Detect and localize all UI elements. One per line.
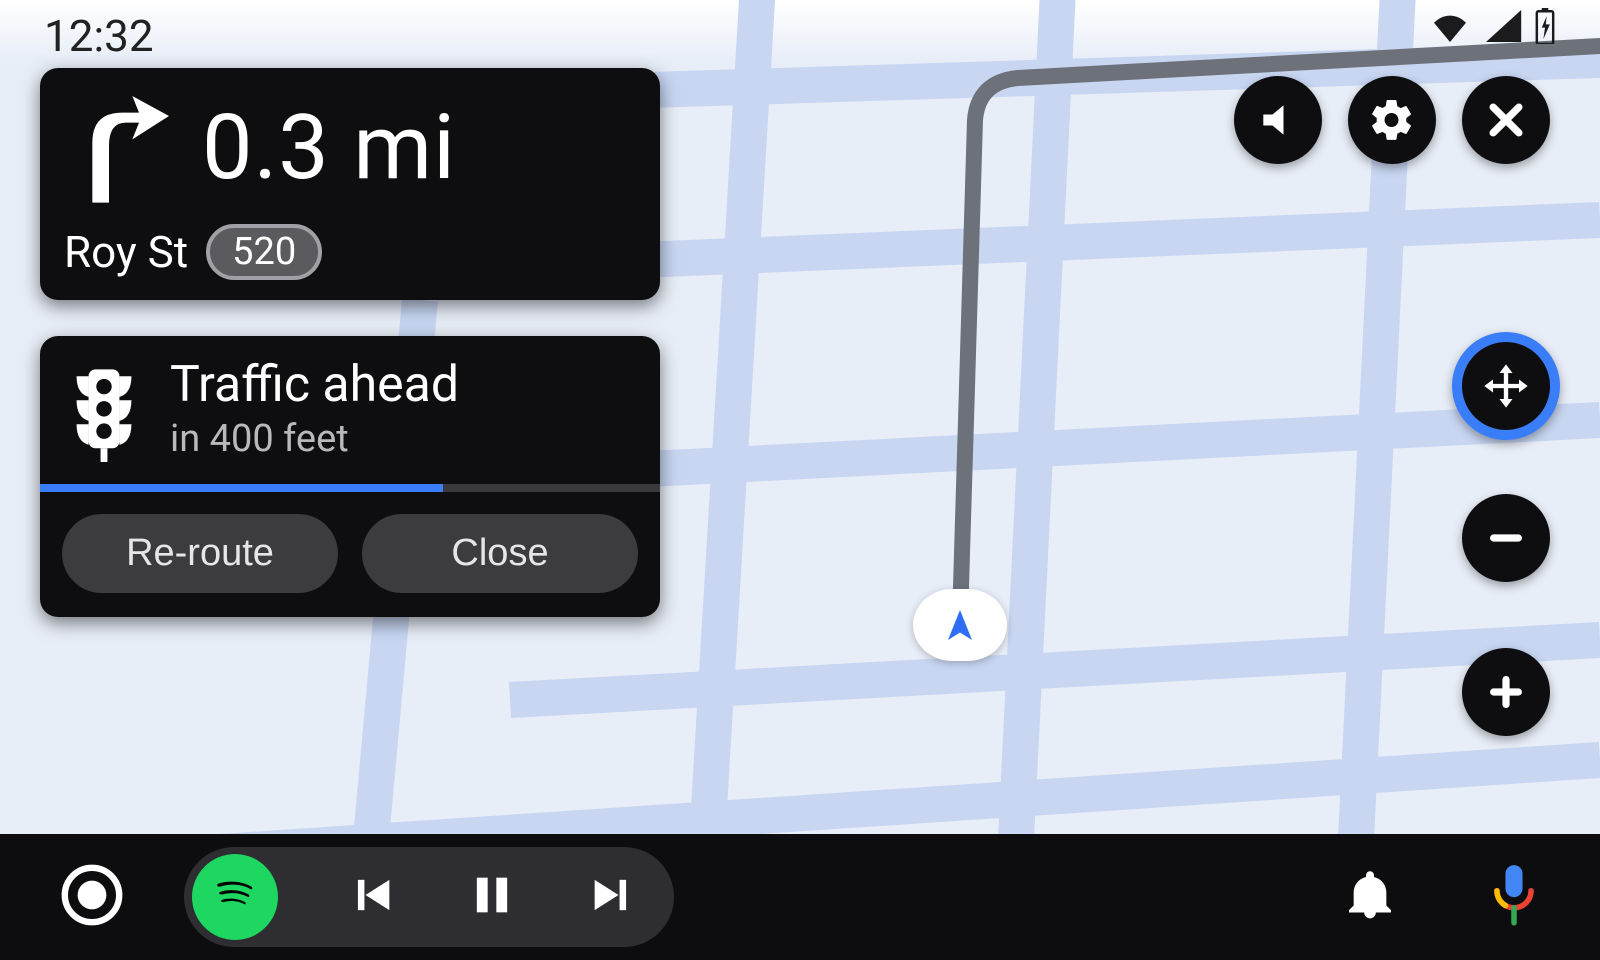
bottom-nav-bar (0, 834, 1600, 960)
status-time: 12:32 (44, 10, 154, 62)
alert-progress-fill (40, 484, 443, 492)
status-icons (1430, 8, 1556, 48)
voice-assistant-button[interactable] (1488, 863, 1540, 931)
gear-icon (1368, 96, 1416, 144)
zoom-out-button[interactable] (1462, 494, 1550, 582)
minus-icon (1482, 514, 1530, 562)
alert-title: Traffic ahead (170, 358, 632, 413)
spotify-button[interactable] (192, 854, 278, 940)
cell-signal-icon (1482, 10, 1522, 46)
notifications-button[interactable] (1342, 867, 1398, 927)
close-alert-button[interactable]: Close (362, 514, 638, 593)
pan-icon (1480, 360, 1532, 412)
traffic-light-icon (68, 366, 140, 466)
close-icon (1484, 98, 1528, 142)
turn-card: 0.3 mi Roy St 520 (40, 68, 660, 300)
bell-icon (1342, 908, 1398, 927)
spotify-icon (206, 866, 264, 928)
skip-next-icon (586, 906, 638, 925)
turn-right-icon (64, 86, 174, 210)
wifi-icon (1430, 10, 1470, 46)
plus-icon (1482, 668, 1530, 716)
reroute-button[interactable]: Re-route (62, 514, 338, 593)
alert-card: Traffic ahead in 400 feet Re-route Close (40, 336, 660, 617)
location-puck (913, 589, 1007, 661)
zoom-in-button[interactable] (1462, 648, 1550, 736)
turn-road-name: Roy St (64, 226, 188, 278)
alert-progress (40, 484, 660, 492)
skip-previous-icon (346, 906, 398, 925)
battery-charging-icon (1534, 8, 1556, 48)
next-track-button[interactable] (586, 869, 638, 925)
close-nav-button[interactable] (1462, 76, 1550, 164)
settings-button[interactable] (1348, 76, 1436, 164)
pan-button[interactable] (1452, 332, 1560, 440)
previous-track-button[interactable] (346, 869, 398, 925)
pause-icon (466, 906, 518, 925)
mute-button[interactable] (1234, 76, 1322, 164)
route-badge: 520 (206, 224, 322, 280)
screen: 12:32 0.3 mi Roy St 520 (0, 0, 1600, 960)
launcher-button[interactable] (60, 863, 124, 931)
speaker-icon (1256, 98, 1300, 142)
turn-distance: 0.3 mi (202, 103, 456, 193)
microphone-icon (1488, 912, 1540, 931)
alert-subtitle: in 400 feet (170, 417, 632, 461)
media-controls (184, 847, 674, 947)
play-pause-button[interactable] (466, 869, 518, 925)
